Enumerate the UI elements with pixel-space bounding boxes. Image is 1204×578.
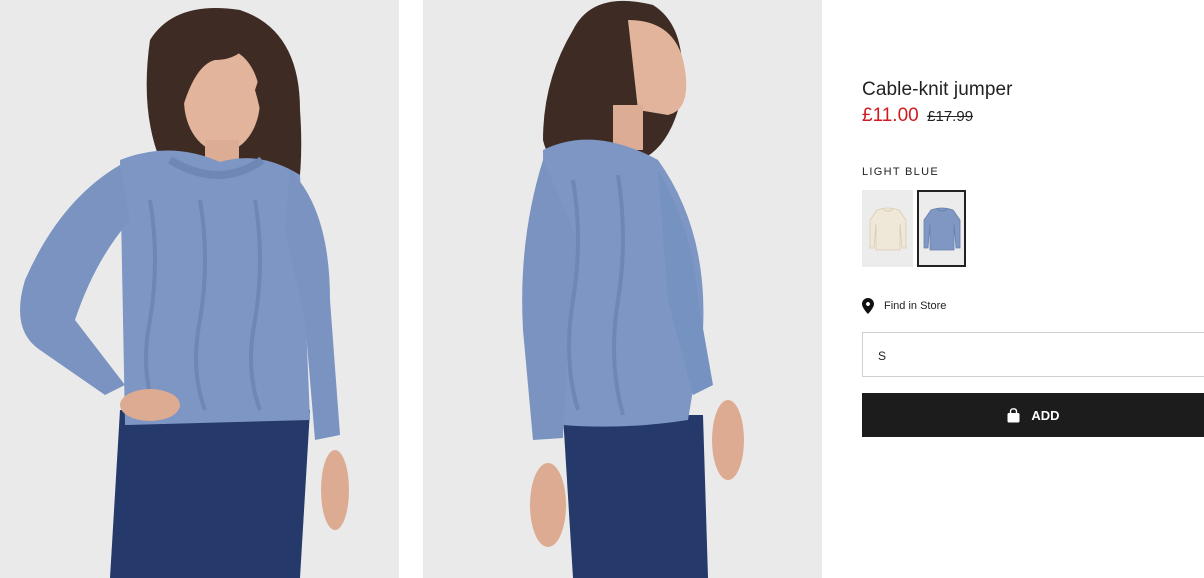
price-row: £11.00 £17.99 <box>862 105 973 127</box>
add-to-bag-button[interactable]: ADD <box>862 393 1204 437</box>
find-in-store-label: Find in Store <box>884 300 947 312</box>
swatch-light-beige[interactable] <box>862 190 913 267</box>
product-image-front[interactable] <box>0 0 399 578</box>
swatch-light-blue[interactable] <box>917 190 966 267</box>
add-button-label: ADD <box>1031 407 1060 423</box>
original-price: £17.99 <box>927 108 974 125</box>
location-pin-icon <box>862 298 874 314</box>
product-image-side[interactable] <box>423 0 822 578</box>
sale-price: £11.00 <box>862 105 919 126</box>
size-value: S <box>878 349 887 363</box>
product-details-panel: Cable-knit jumper £11.00 £17.99 LIGHT BL… <box>862 0 1204 578</box>
find-in-store-link[interactable]: Find in Store <box>862 298 946 314</box>
color-swatches <box>862 190 966 267</box>
blue-sweater-thumbnail-icon <box>923 207 960 250</box>
beige-sweater-thumbnail-icon <box>869 207 906 250</box>
product-title: Cable-knit jumper <box>862 79 1013 100</box>
shopping-bag-icon <box>1007 407 1020 422</box>
selected-color-label: LIGHT BLUE <box>862 166 939 178</box>
size-selector[interactable]: S <box>862 332 1204 377</box>
